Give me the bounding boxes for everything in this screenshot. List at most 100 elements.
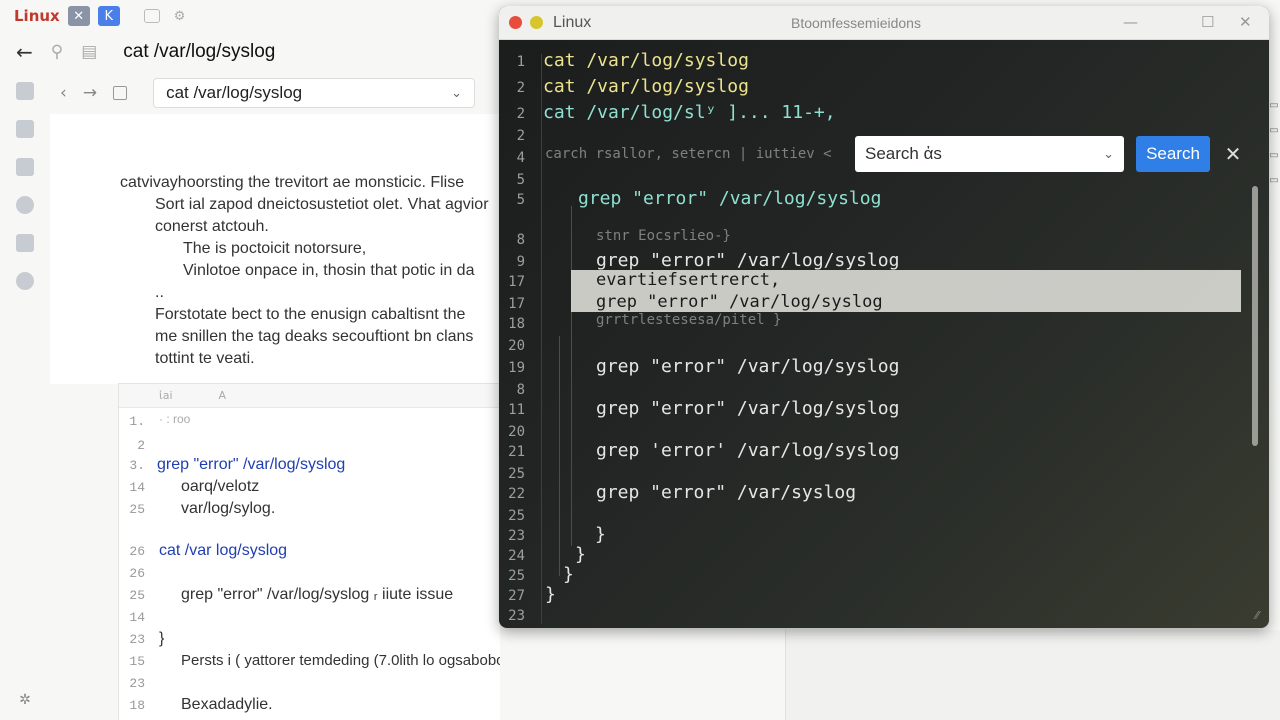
line-number: 8	[516, 382, 525, 398]
sidebar-cloud-icon[interactable]	[16, 272, 34, 290]
doc-line: The is poctoicit notorsure,	[183, 240, 367, 257]
edge-icon[interactable]: ▭	[1269, 150, 1278, 161]
doc-line: catvivayhoorsting the trevitort ae monst…	[120, 174, 465, 191]
document-icon[interactable]	[113, 86, 128, 100]
code-line: grep "error" /var/log/syslog	[596, 292, 883, 312]
sidebar-user-icon[interactable]	[16, 196, 34, 214]
doc-line: ..	[155, 284, 164, 301]
edge-icon[interactable]: ▭	[1269, 125, 1278, 136]
code-line: cat /var/log/slʸ ]... 11-+,	[543, 102, 836, 123]
background-right-edge: ▭ ▭ ▭ ▭	[1268, 100, 1280, 280]
chevron-left-icon[interactable]: ‹	[60, 83, 67, 103]
line-number: 1.	[129, 414, 145, 429]
line-number: 23	[508, 528, 525, 544]
code-line: }	[563, 564, 574, 585]
sidebar-home-icon[interactable]	[16, 234, 34, 252]
maximize-icon[interactable]: ☐	[1201, 13, 1214, 31]
arrow-right-icon[interactable]: →	[83, 83, 97, 103]
search-button[interactable]: Search	[1136, 136, 1210, 172]
terminal-titlebar[interactable]: Linux Btoomfessemieidons — ☐ ✕	[499, 6, 1269, 40]
header-col[interactable]: ἰai	[159, 389, 173, 402]
line-number: 22	[508, 486, 525, 502]
close-icon[interactable]: ✕	[1239, 13, 1252, 31]
line-number: 25	[508, 466, 525, 482]
line-number: 9	[516, 254, 525, 270]
code-line: carch rsallor, setercn | iuttiev <	[545, 146, 832, 162]
minimize-icon[interactable]: —	[1123, 13, 1138, 31]
back-icon[interactable]: ←	[16, 40, 33, 64]
resize-grip-icon[interactable]: ⁄⁄	[1255, 609, 1259, 622]
sidebar-files-icon[interactable]	[16, 82, 34, 100]
page-icon[interactable]: ▤	[81, 42, 97, 62]
sidebar-settings-icon[interactable]: ✲	[19, 692, 31, 708]
background-titlebar: Linux ✕ K ⚙	[0, 0, 500, 32]
code-line: }	[159, 630, 165, 647]
settings-icon[interactable]: ⚙	[174, 9, 186, 24]
window-minimize-dot[interactable]	[530, 16, 543, 29]
window-close-dot[interactable]	[509, 16, 522, 29]
line-number: 26	[129, 566, 145, 581]
scrollbar[interactable]	[1252, 186, 1258, 446]
line-number: 21	[508, 444, 525, 460]
new-window-icon[interactable]	[143, 9, 160, 23]
line-number: 1	[516, 54, 525, 70]
tab-app-icon[interactable]: K	[97, 6, 120, 26]
line-number: 2	[137, 438, 145, 453]
code-panel-header: ἰai A ẞ	[119, 384, 500, 408]
tab-close-icon[interactable]: ✕	[67, 6, 90, 26]
search-input-value: Search ἀs	[865, 144, 942, 163]
sidebar-list-icon[interactable]	[16, 120, 34, 138]
terminal-window[interactable]: Linux Btoomfessemieidons — ☐ ✕ 1 cat /var…	[499, 6, 1269, 628]
line-number: 17	[508, 274, 525, 290]
app-logo: Linux	[14, 7, 60, 25]
code-line: cat /var/log/syslog	[543, 50, 749, 71]
document-panel: catvivayhoorsting the trevitort ae monst…	[50, 114, 500, 384]
doc-line: conerst atctouh.	[155, 218, 269, 235]
gutter-divider	[541, 54, 542, 624]
code-line: oarq/velotz	[181, 478, 260, 495]
line-number: 25	[508, 568, 525, 584]
indent-guide	[559, 336, 560, 576]
line-number: 17	[508, 296, 525, 312]
code-panel: ἰai A ẞ 1. · : roo 2 3. grep "error" /va…	[118, 383, 500, 720]
doc-line: me snillen the tag deaks secouftiont bn …	[155, 328, 474, 345]
code-line: grep "error" /var/log/syslog	[578, 188, 882, 209]
line-number: 23	[129, 632, 145, 647]
code-line: }	[575, 544, 586, 565]
chevron-down-icon[interactable]: ⌄	[1103, 146, 1114, 162]
indent-guide	[571, 206, 572, 546]
chevron-down-icon: ⌄	[451, 85, 463, 100]
code-line: stnr Eocsrlieo-}	[596, 228, 731, 244]
code-line: grep "error" /var/log/syslog	[596, 398, 900, 419]
code-line: }	[545, 584, 556, 605]
close-icon[interactable]: ✕	[1221, 139, 1245, 169]
background-addressbar: ← ⚲ ▤ cat /var/log/syslog	[0, 32, 500, 72]
sidebar-chat-icon[interactable]	[16, 158, 34, 176]
code-line: grep "error" /var/log/syslog	[596, 356, 900, 377]
doc-line: Sort ial zapod dneictosustetiot olet. Vh…	[155, 196, 489, 213]
terminal-title: Linux	[553, 13, 592, 31]
header-col[interactable]: A	[219, 389, 227, 402]
line-number: 24	[508, 548, 525, 564]
line-number: 14	[129, 480, 145, 495]
code-line: Persts i ( yattorer temdeding (7.0lith l…	[181, 652, 500, 669]
search-input[interactable]: Search ἀs ⌄	[855, 136, 1124, 172]
code-line: · : roo	[159, 412, 191, 426]
line-number: 2	[516, 106, 525, 122]
line-number: 8	[516, 232, 525, 248]
code-line: evartiefsertrerct,	[596, 270, 781, 290]
line-number: 25	[129, 588, 145, 603]
line-number: 2	[516, 80, 525, 96]
code-line: grep "error" /var/log/syslog ᵣ iiute iss…	[181, 586, 454, 603]
edge-icon[interactable]: ▭	[1269, 175, 1278, 186]
line-number: 4	[516, 150, 525, 166]
bookmark-icon[interactable]: ⚲	[51, 42, 63, 62]
doc-line: Forstotate bect to the enusign cabaltisn…	[155, 306, 466, 323]
terminal-center-title: Btoomfessemieidons	[791, 14, 921, 31]
edge-icon[interactable]: ▭	[1269, 100, 1278, 111]
line-number: 11	[508, 402, 525, 418]
line-number: 18	[129, 698, 145, 713]
line-number: 25	[508, 508, 525, 524]
code-line: var/log/sylog.	[181, 500, 276, 517]
path-select[interactable]: cat /var/log/syslog ⌄	[153, 78, 476, 108]
